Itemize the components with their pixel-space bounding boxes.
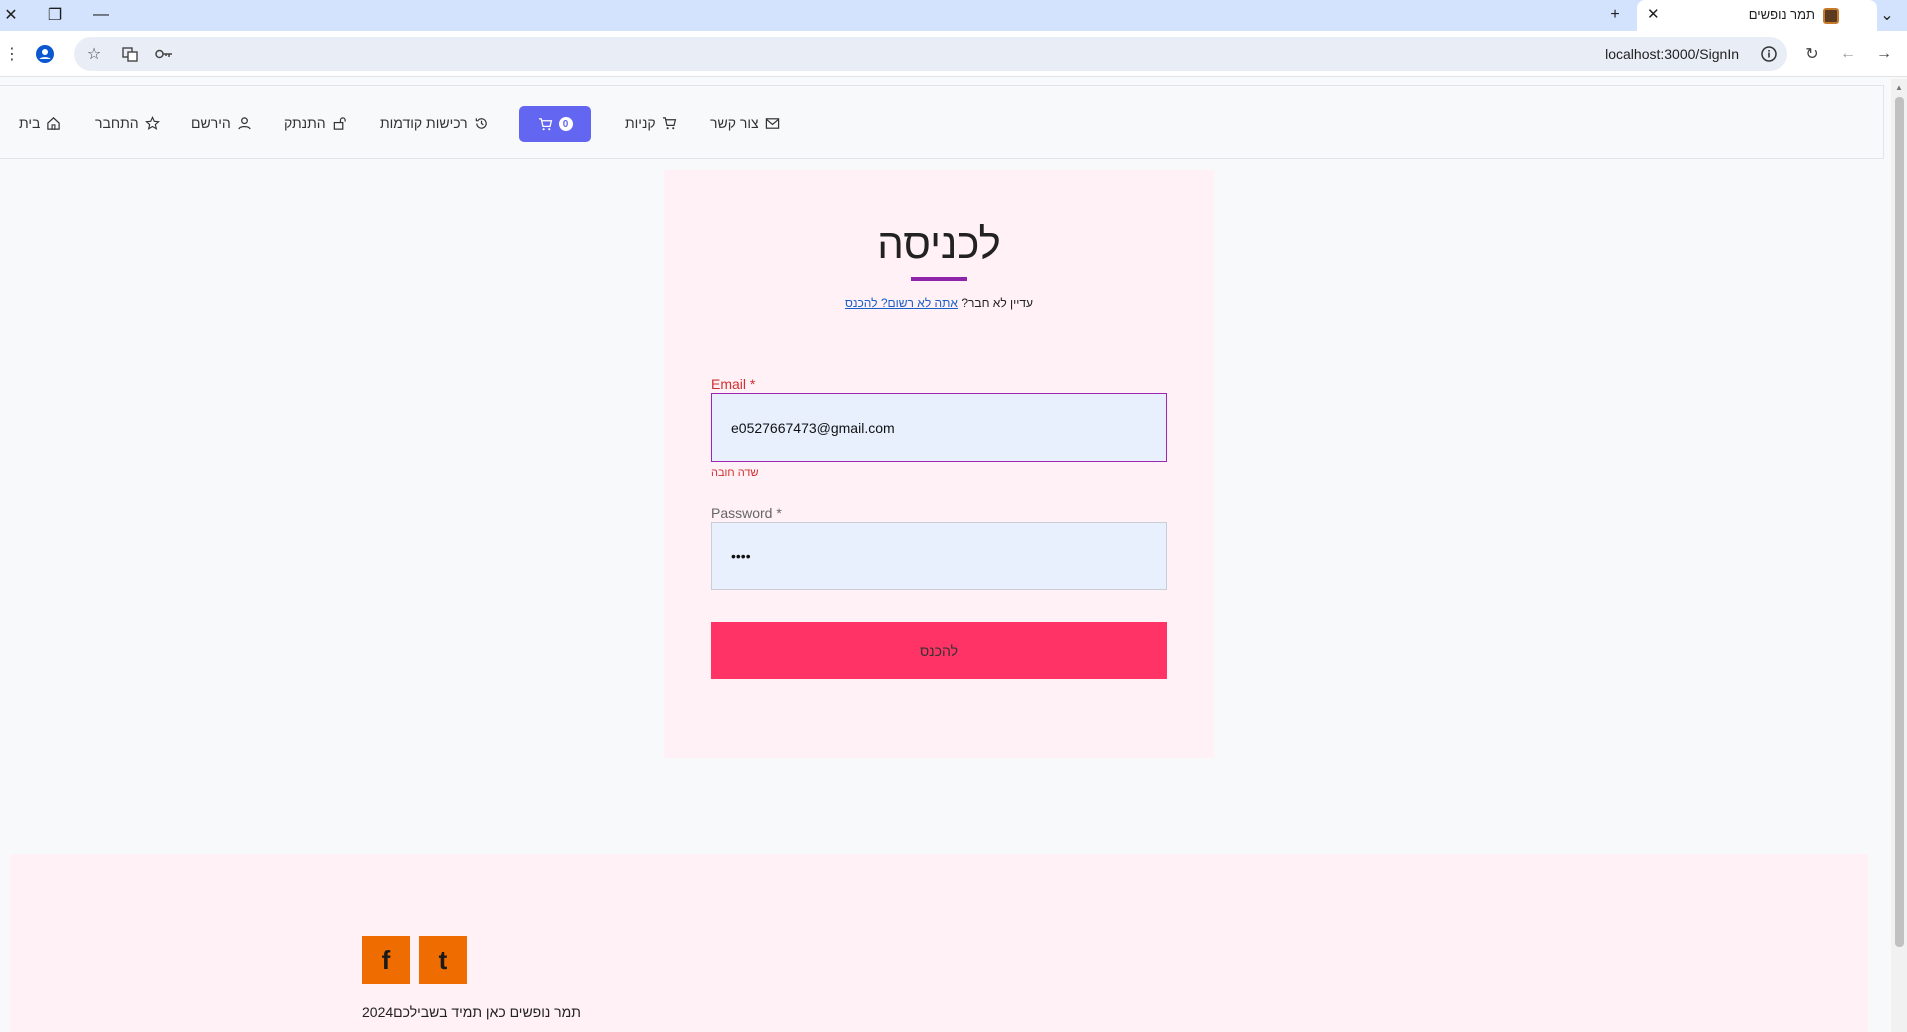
nav-login-label: התחבר	[95, 115, 139, 131]
scroll-up-icon[interactable]: ▲	[1895, 83, 1903, 92]
close-window-icon[interactable]: ✕	[0, 4, 22, 26]
nav-register[interactable]: הירשם	[191, 113, 252, 133]
nav-login[interactable]: התחבר	[95, 113, 160, 133]
history-icon	[475, 117, 487, 129]
back-icon[interactable]: ←	[1836, 42, 1860, 66]
email-error-text: שדה חובה	[711, 467, 759, 479]
signin-submit-button[interactable]: להכנס	[711, 622, 1167, 679]
password-key-icon[interactable]	[152, 42, 176, 66]
nav-previous-purchases[interactable]: רכישות קודמות	[380, 113, 489, 133]
browser-tab[interactable]: ✕ תמר נופשים	[1637, 0, 1877, 31]
cart-icon	[538, 117, 552, 130]
address-bar[interactable]: ☆ localhost:3000/SignIn	[74, 37, 1787, 71]
tumblr-icon[interactable]: t	[419, 936, 467, 984]
email-field[interactable]: e0527667473@gmail.com	[711, 393, 1167, 462]
nav-logout-label: התנתק	[284, 115, 326, 131]
mail-icon	[765, 117, 779, 129]
cart-outline-icon	[662, 116, 676, 129]
url-text[interactable]: localhost:3000/SignIn	[1605, 46, 1739, 62]
facebook-glyph: f	[381, 944, 391, 975]
email-value: e0527667473@gmail.com	[731, 419, 895, 436]
scrollbar-thumb[interactable]	[1895, 97, 1904, 947]
new-tab-icon[interactable]: +	[1604, 4, 1626, 26]
title-underline	[911, 277, 967, 281]
site-info-icon[interactable]	[1757, 42, 1781, 66]
nav-contact[interactable]: צור קשר	[710, 113, 780, 133]
home-icon	[47, 116, 61, 130]
signin-card: לכניסה עדיין לא חבר? אתה לא רשום? להכנס …	[664, 170, 1214, 758]
nav-shopping[interactable]: קניות	[625, 113, 677, 133]
browser-toolbar: ⋮ ☆ localhost:3000/SignIn ↻ ← →	[0, 31, 1907, 77]
signup-prompt: עדיין לא חבר? אתה לא רשום? להכנס	[664, 296, 1214, 310]
page-scrollbar[interactable]: ▲	[1891, 79, 1907, 1032]
translate-icon[interactable]	[118, 42, 142, 66]
forward-icon[interactable]: →	[1872, 42, 1896, 66]
browser-tabstrip: ✕ ❐ — + ✕ תמר נופשים ⌄	[0, 0, 1907, 31]
unlock-icon	[333, 116, 346, 130]
close-tab-icon[interactable]: ✕	[1647, 5, 1660, 23]
register-link[interactable]: אתה לא רשום? להכנס	[845, 296, 958, 310]
tab-search-chevron-icon[interactable]: ⌄	[1876, 4, 1898, 26]
restore-window-icon[interactable]: ❐	[44, 4, 66, 26]
nav-home-label: בית	[19, 115, 41, 131]
nav-contact-label: צור קשר	[710, 115, 759, 131]
password-field[interactable]: ••••	[711, 522, 1167, 590]
cart-count-badge: 0	[558, 117, 573, 131]
profile-icon[interactable]	[33, 42, 57, 66]
facebook-icon[interactable]: f	[362, 936, 410, 984]
tab-title: תמר נופשים	[1748, 7, 1815, 22]
favicon-icon	[1823, 8, 1839, 24]
nav-shopping-label: קניות	[625, 115, 656, 131]
password-value: ••••	[731, 548, 751, 564]
star-icon	[144, 115, 160, 130]
page-title: לכניסה	[877, 220, 1001, 267]
cart-button[interactable]: 0	[519, 106, 591, 142]
nav-logout[interactable]: התנתק	[284, 113, 347, 133]
copyright-text: תמר נופשים כאן תמיד בשבילכם2024	[362, 1004, 581, 1020]
nav-register-label: הירשם	[191, 115, 231, 131]
reload-icon[interactable]: ↻	[1800, 42, 1824, 66]
password-label: Password *	[711, 505, 782, 521]
menu-dots-icon[interactable]: ⋮	[0, 42, 24, 66]
minimize-window-icon[interactable]: —	[90, 4, 112, 26]
site-navbar: בית התחבר הירשם התנתק רכישות קודמות 0 קנ…	[0, 85, 1884, 159]
email-label: Email *	[711, 376, 756, 392]
nav-home[interactable]: בית	[19, 113, 61, 133]
bookmark-star-icon[interactable]: ☆	[82, 42, 106, 66]
signup-prompt-text: עדיין לא חבר?	[961, 296, 1034, 310]
tumblr-glyph: t	[438, 944, 448, 975]
footer: f t תמר נופשים כאן תמיד בשבילכם2024	[10, 854, 1868, 1032]
user-icon	[237, 116, 251, 129]
nav-previous-purchases-label: רכישות קודמות	[380, 115, 468, 131]
